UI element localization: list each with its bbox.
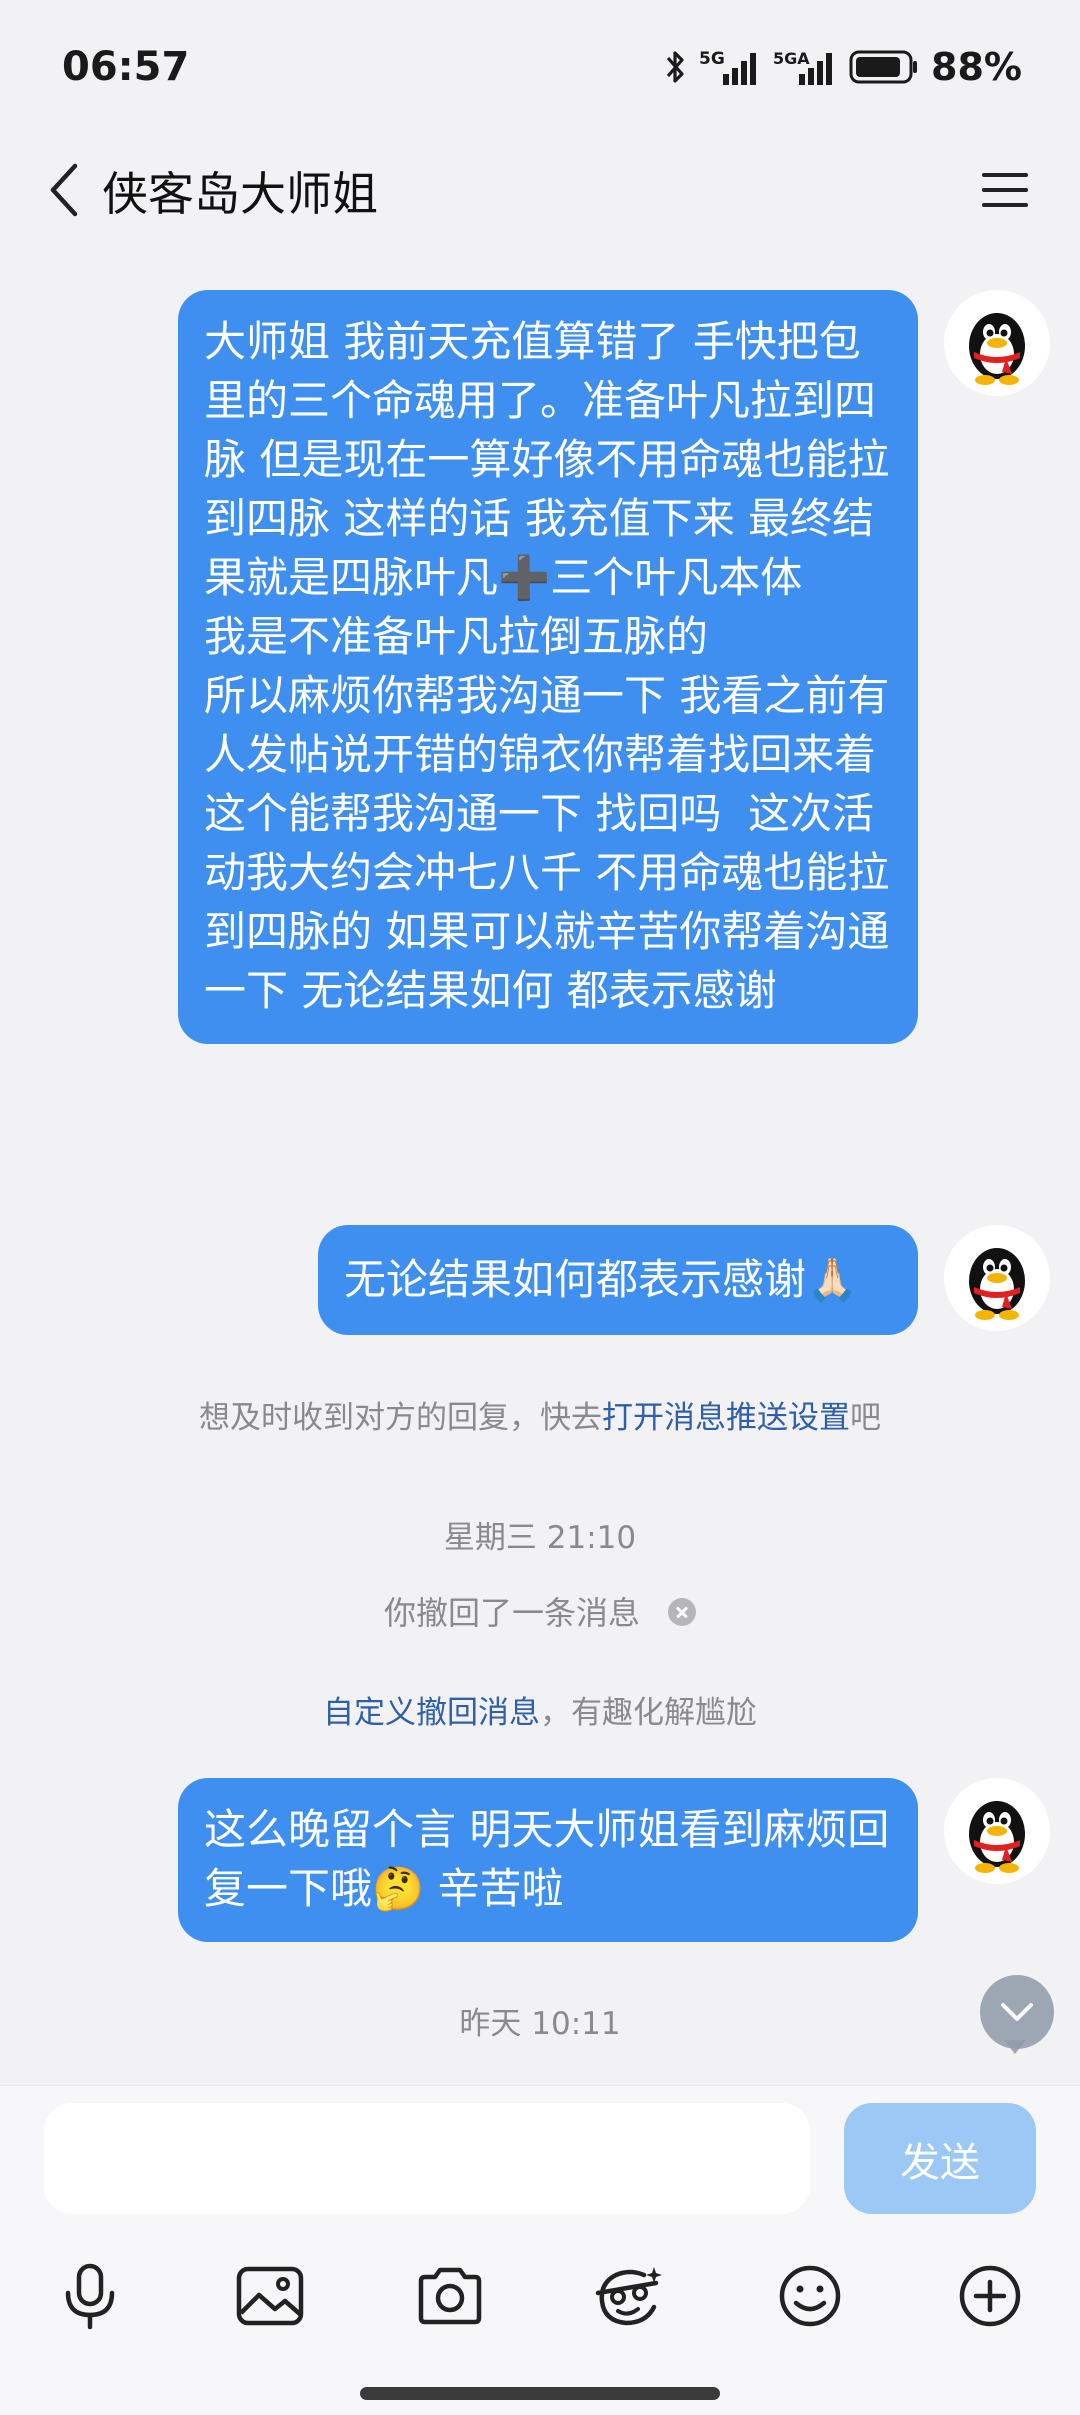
emoji-button[interactable] <box>760 2246 860 2346</box>
status-bar: 06:57 5G 5GA 88% <box>0 0 1080 130</box>
push-tip-suffix: 吧 <box>850 1400 881 1436</box>
scroll-button-tail <box>1004 2040 1026 2054</box>
message-bubble[interactable]: 大师姐 我前天充值算错了 手快把包里的三个命魂用了。准备叶凡拉到四脉 但是现在一… <box>178 290 918 1044</box>
penguin-icon <box>969 1248 1025 1320</box>
network-2-label: 5GA <box>773 49 810 68</box>
close-icon[interactable] <box>668 1598 696 1626</box>
timestamp: 星期三 21:10 <box>443 1520 637 1556</box>
message-bubble[interactable]: 这么晚留个言 明天大师姐看到麻烦回复一下哦🤔 辛苦啦 <box>178 1778 918 1942</box>
menu-button[interactable] <box>970 155 1040 225</box>
chat-header: 侠客岛大师姐 <box>0 130 1080 250</box>
scroll-to-bottom-button[interactable] <box>980 1975 1054 2049</box>
avatar[interactable] <box>944 1778 1050 1884</box>
plus-icon <box>959 2265 1021 2327</box>
chat-title: 侠客岛大师姐 <box>102 167 378 221</box>
emoji-icon <box>779 2265 841 2327</box>
recall-notice: 你撤回了一条消息 <box>0 1588 1080 1634</box>
home-indicator[interactable] <box>360 2387 720 2400</box>
signal-5ga-icon: 5GA <box>773 47 837 87</box>
custom-recall-tip: 自定义撤回消息，有趣化解尴尬 <box>0 1687 1080 1732</box>
push-tip-prefix: 想及时收到对方的回复，快去 <box>199 1400 602 1436</box>
avatar[interactable] <box>944 1225 1050 1331</box>
send-button[interactable]: 发送 <box>844 2103 1036 2214</box>
timestamp: 昨天 10:11 <box>459 2006 621 2042</box>
image-icon <box>236 2266 304 2326</box>
signal-5g-icon: 5G <box>699 47 761 87</box>
chevron-down-icon <box>1001 2003 1033 2021</box>
chat-screen: 06:57 5G 5GA 88% 侠客岛大师姐 大师姐 我前天充值算错了 手快把… <box>0 0 1080 2415</box>
push-setting-tip: 想及时收到对方的回复，快去打开消息推送设置吧 <box>0 1392 1080 1437</box>
back-button[interactable] <box>30 155 100 225</box>
sticker-icon <box>595 2267 662 2326</box>
recall-text: 你撤回了一条消息 <box>383 1594 640 1632</box>
camera-icon <box>418 2267 482 2325</box>
bluetooth-icon <box>665 49 687 85</box>
input-area: 发送 <box>0 2085 1080 2415</box>
camera-button[interactable] <box>400 2246 500 2346</box>
penguin-icon <box>969 313 1025 385</box>
input-toolbar <box>0 2246 1080 2346</box>
sticker-button[interactable] <box>580 2246 680 2346</box>
network-1-label: 5G <box>699 49 725 69</box>
message-bubble[interactable]: 无论结果如何都表示感谢🙏🏻 <box>318 1225 918 1335</box>
battery-percent: 88% <box>931 45 1022 89</box>
avatar[interactable] <box>944 290 1050 396</box>
push-setting-link[interactable]: 打开消息推送设置 <box>602 1400 850 1436</box>
hamburger-menu-icon <box>982 173 1028 207</box>
status-time: 06:57 <box>62 44 190 90</box>
image-button[interactable] <box>220 2246 320 2346</box>
custom-recall-suffix: ，有趣化解尴尬 <box>540 1695 757 1731</box>
chevron-left-icon <box>50 163 78 217</box>
message-input[interactable] <box>44 2103 810 2214</box>
penguin-icon <box>969 1801 1025 1873</box>
microphone-icon <box>65 2263 115 2330</box>
custom-recall-link[interactable]: 自定义撤回消息 <box>323 1695 540 1731</box>
status-icons: 5G 5GA 88% <box>665 42 1022 92</box>
battery-icon <box>849 49 919 85</box>
voice-button[interactable] <box>40 2246 140 2346</box>
more-button[interactable] <box>940 2246 1040 2346</box>
